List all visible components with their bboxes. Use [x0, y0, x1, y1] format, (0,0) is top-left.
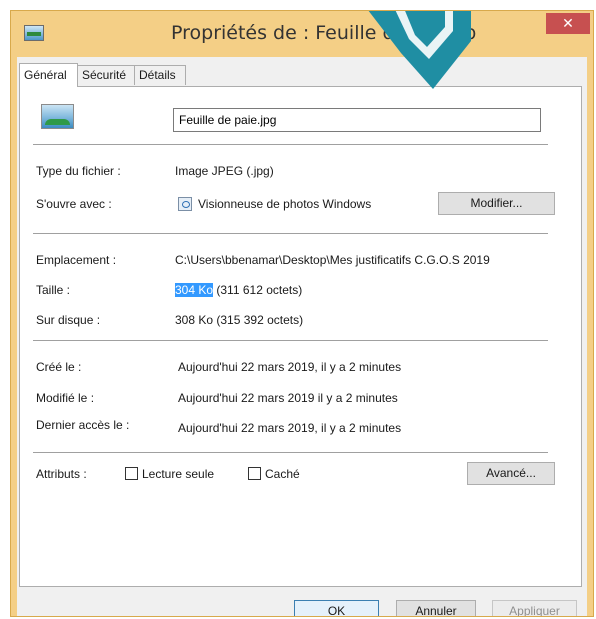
size-bytes-text: (311 612 octets)	[213, 283, 303, 297]
location-value: C:\Users\bbenamar\Desktop\Mes justificat…	[175, 253, 490, 267]
apply-button[interactable]: Appliquer	[492, 600, 577, 616]
file-name-input[interactable]	[173, 108, 541, 132]
image-thumbnail-icon	[41, 104, 74, 129]
size-selected-text: 304 Ko	[175, 283, 214, 297]
separator	[33, 144, 548, 145]
tab-security[interactable]: Sécurité	[77, 65, 135, 85]
readonly-label: Lecture seule	[142, 467, 215, 481]
location-label: Emplacement :	[36, 253, 117, 267]
photo-viewer-icon	[178, 197, 192, 211]
hidden-label: Caché	[265, 467, 300, 481]
title-bar[interactable]: Propriétés de : Feuille de paie.jp ✕	[11, 11, 593, 55]
file-type-label: Type du fichier :	[36, 164, 121, 178]
hidden-checkbox[interactable]: Caché	[248, 467, 300, 481]
ok-button[interactable]: OK	[294, 600, 379, 616]
image-file-icon	[24, 25, 44, 41]
disk-size-label: Sur disque :	[36, 313, 101, 327]
separator	[33, 340, 548, 341]
attributes-label: Attributs :	[36, 467, 87, 481]
opens-with-value: Visionneuse de photos Windows	[178, 197, 371, 211]
size-value: 304 Ko (311 612 octets)	[175, 283, 302, 297]
opens-with-label: S'ouvre avec :	[36, 197, 112, 211]
last-access-label: Dernier accès le :	[36, 418, 130, 432]
cancel-button[interactable]: Annuler	[396, 600, 476, 616]
separator	[33, 452, 548, 453]
readonly-checkbox[interactable]: Lecture seule	[125, 467, 214, 481]
size-label: Taille :	[36, 283, 71, 297]
hidden-checkbox-box[interactable]	[248, 467, 261, 480]
disk-size-value: 308 Ko (315 392 octets)	[175, 313, 304, 327]
advanced-button[interactable]: Avancé...	[467, 462, 555, 485]
dialog-client-area: Général Sécurité Détails Type du fichier…	[17, 57, 587, 616]
general-panel: Type du fichier : Image JPEG (.jpg) S'ou…	[19, 86, 582, 587]
separator	[33, 233, 548, 234]
tab-details[interactable]: Détails	[134, 65, 186, 85]
properties-window: Propriétés de : Feuille de paie.jp ✕ Gén…	[10, 10, 594, 617]
modified-value: Aujourd'hui 22 mars 2019 il y a 2 minute…	[178, 391, 398, 405]
last-access-value: Aujourd'hui 22 mars 2019, il y a 2 minut…	[178, 421, 402, 435]
created-label: Créé le :	[36, 360, 82, 374]
readonly-checkbox-box[interactable]	[125, 467, 138, 480]
modified-label: Modifié le :	[36, 391, 95, 405]
tab-general[interactable]: Général	[19, 63, 78, 87]
change-app-button[interactable]: Modifier...	[438, 192, 555, 215]
opens-with-app-name: Visionneuse de photos Windows	[198, 197, 372, 211]
overlay-arrow-graphic	[368, 11, 471, 89]
file-type-value: Image JPEG (.jpg)	[175, 164, 274, 178]
close-button[interactable]: ✕	[546, 13, 590, 34]
created-value: Aujourd'hui 22 mars 2019, il y a 2 minut…	[178, 360, 402, 374]
